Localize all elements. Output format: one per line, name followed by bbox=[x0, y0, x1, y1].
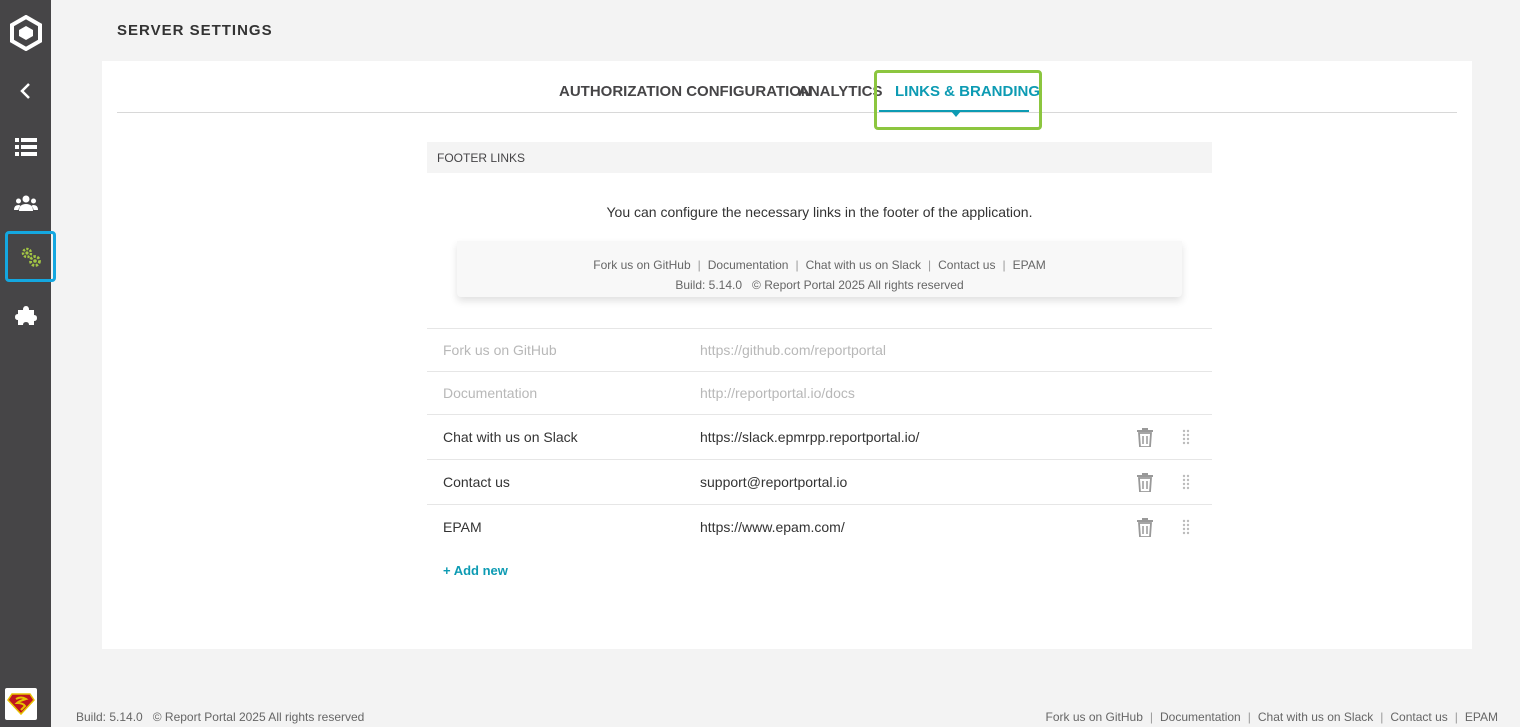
settings-icon[interactable] bbox=[5, 231, 56, 282]
tab-highlight-box bbox=[874, 70, 1042, 130]
sidebar bbox=[0, 0, 56, 727]
preview-link-epam[interactable]: EPAM bbox=[1013, 258, 1046, 272]
add-new-link-button[interactable]: + Add new bbox=[443, 563, 508, 578]
trash-icon[interactable] bbox=[1137, 518, 1153, 540]
drag-handle-icon[interactable] bbox=[1182, 429, 1190, 448]
preview-link-documentation[interactable]: Documentation bbox=[708, 258, 789, 272]
avatar[interactable] bbox=[5, 688, 37, 720]
link-row[interactable]: Chat with us on Slack https://slack.epmr… bbox=[427, 414, 1212, 459]
footer-link-documentation[interactable]: Documentation bbox=[1160, 710, 1241, 724]
footer-copyright: © Report Portal 2025 All rights reserved bbox=[152, 710, 365, 724]
link-url: http://reportportal.io/docs bbox=[700, 385, 855, 401]
footer-link-epam[interactable]: EPAM bbox=[1465, 710, 1498, 724]
link-row-fixed: Documentation http://reportportal.io/doc… bbox=[427, 371, 1212, 414]
plugins-icon[interactable] bbox=[0, 298, 51, 332]
link-url: https://slack.epmrpp.reportportal.io/ bbox=[700, 429, 920, 445]
link-name: EPAM bbox=[443, 519, 482, 535]
link-name: Fork us on GitHub bbox=[443, 342, 557, 358]
separator: | bbox=[1380, 710, 1384, 724]
separator: | bbox=[927, 258, 932, 272]
separator: | bbox=[1149, 710, 1154, 724]
separator: | bbox=[795, 258, 799, 272]
link-url: support@reportportal.io bbox=[700, 474, 848, 490]
footer-link-contact[interactable]: Contact us bbox=[1390, 710, 1447, 724]
tab-analytics[interactable]: ANALYTICS bbox=[798, 83, 882, 100]
footer-links: Fork us on GitHub | Documentation | Chat wit… bbox=[1046, 710, 1498, 724]
link-row-fixed: Fork us on GitHub https://github.com/rep… bbox=[427, 328, 1212, 371]
logo-icon[interactable] bbox=[0, 14, 51, 52]
users-icon[interactable] bbox=[0, 186, 51, 220]
footer-link-slack[interactable]: Chat with us on Slack bbox=[1258, 710, 1373, 724]
link-row[interactable]: Contact us support@reportportal.io bbox=[427, 459, 1212, 504]
link-url: https://www.epam.com/ bbox=[700, 519, 845, 535]
trash-icon[interactable] bbox=[1137, 473, 1153, 495]
tabs-divider bbox=[117, 112, 1457, 113]
footer-preview: Fork us on GitHub | Documentation | Chat wit… bbox=[457, 241, 1182, 297]
launches-icon[interactable] bbox=[0, 130, 51, 164]
tab-authorization-configuration[interactable]: AUTHORIZATION CONFIGURATION bbox=[559, 83, 812, 100]
drag-handle-icon[interactable] bbox=[1182, 474, 1190, 493]
back-icon[interactable] bbox=[0, 74, 51, 108]
drag-handle-icon[interactable] bbox=[1182, 519, 1190, 538]
separator: | bbox=[1002, 258, 1006, 272]
link-name: Chat with us on Slack bbox=[443, 429, 578, 445]
preview-link-slack[interactable]: Chat with us on Slack bbox=[806, 258, 921, 272]
preview-links: Fork us on GitHub | Documentation | Chat wit… bbox=[457, 258, 1182, 272]
link-name: Contact us bbox=[443, 474, 510, 490]
settings-panel: AUTHORIZATION CONFIGURATION ANALYTICS LI… bbox=[102, 61, 1472, 649]
links-table: Fork us on GitHub https://github.com/rep… bbox=[427, 328, 1212, 549]
link-url: https://github.com/reportportal bbox=[700, 342, 886, 358]
preview-build-info: Build: 5.14.0 © Report Portal 2025 All r… bbox=[457, 278, 1182, 292]
footer-link-github[interactable]: Fork us on GitHub bbox=[1046, 710, 1143, 724]
separator: | bbox=[697, 258, 701, 272]
separator: | bbox=[1454, 710, 1458, 724]
preview-link-github[interactable]: Fork us on GitHub bbox=[593, 258, 690, 272]
preview-link-contact[interactable]: Contact us bbox=[938, 258, 995, 272]
preview-build: Build: 5.14.0 bbox=[675, 278, 743, 292]
page-title: SERVER SETTINGS bbox=[117, 22, 273, 39]
trash-icon[interactable] bbox=[1137, 428, 1153, 450]
footer-build: Build: 5.14.0 bbox=[76, 710, 143, 724]
footer-build-info: Build: 5.14.0 © Report Portal 2025 All r… bbox=[76, 710, 364, 724]
footer-links-header: FOOTER LINKS bbox=[427, 142, 1212, 173]
preview-copyright: © Report Portal 2025 All rights reserved bbox=[752, 278, 964, 292]
footer-links-description: You can configure the necessary links in… bbox=[606, 204, 1033, 220]
separator: | bbox=[1247, 710, 1251, 724]
link-name: Documentation bbox=[443, 385, 538, 401]
link-row[interactable]: EPAM https://www.epam.com/ bbox=[427, 504, 1212, 549]
